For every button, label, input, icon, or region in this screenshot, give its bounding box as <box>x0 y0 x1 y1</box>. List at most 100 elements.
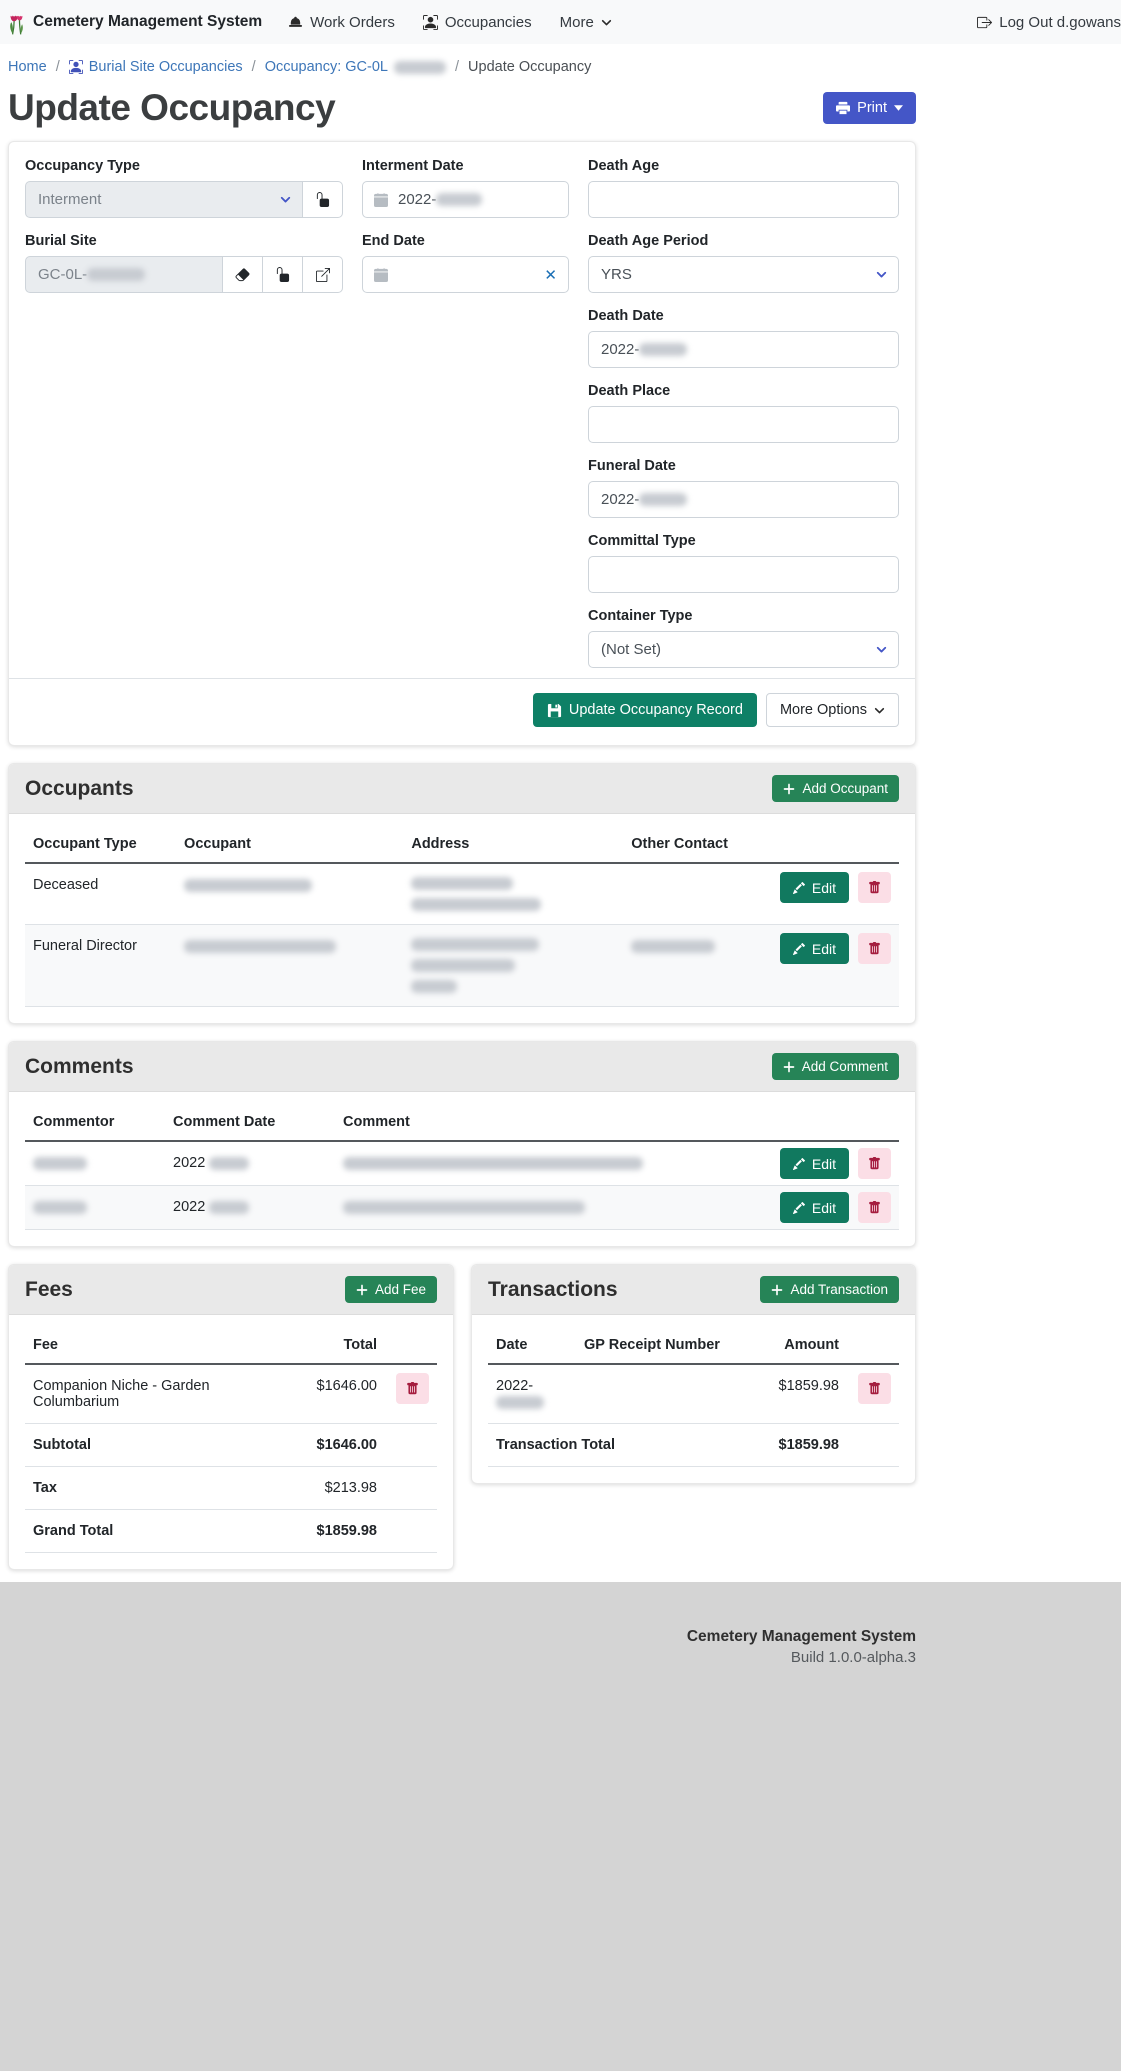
delete-fee-button[interactable] <box>396 1373 429 1404</box>
edit-occupant-button[interactable]: Edit <box>780 933 849 964</box>
table-row: Transaction Total $1859.98 <box>488 1424 899 1467</box>
grand-total-value: $1859.98 <box>293 1510 385 1553</box>
nav-logout[interactable]: Log Out d.gowans <box>977 14 1121 31</box>
death-age-input[interactable] <box>588 181 899 218</box>
transaction-total-value: $1859.98 <box>737 1424 847 1467</box>
delete-occupant-button[interactable] <box>858 933 891 964</box>
add-transaction-button[interactable]: Add Transaction <box>760 1276 899 1303</box>
tax-value: $213.98 <box>293 1467 385 1510</box>
edit-occupant-button[interactable]: Edit <box>780 872 849 903</box>
delete-occupant-button[interactable] <box>858 872 891 903</box>
nav-occupancies[interactable]: Occupancies <box>423 14 532 31</box>
chevron-down-icon <box>876 644 887 655</box>
trash-icon <box>868 1382 881 1395</box>
end-date-clear-icon[interactable]: ✕ <box>544 266 557 284</box>
comment-date-cell: 2022 <box>165 1141 335 1186</box>
breadcrumb-separator: / <box>56 59 60 75</box>
delete-transaction-button[interactable] <box>858 1373 891 1404</box>
column-header: Address <box>403 826 623 863</box>
death-date-input[interactable]: 2022- <box>588 331 899 368</box>
table-row: Companion Niche - Garden Columbarium $16… <box>25 1364 437 1424</box>
add-comment-button[interactable]: Add Comment <box>772 1053 899 1080</box>
other-contact-cell <box>623 863 772 925</box>
burial-site-value: GC-0L- <box>38 266 87 283</box>
redacted-text <box>631 940 715 953</box>
burial-site-clear-button[interactable] <box>222 256 263 293</box>
edit-comment-button[interactable]: Edit <box>780 1192 849 1223</box>
add-fee-label: Add Fee <box>375 1282 426 1297</box>
occupancy-type-label: Occupancy Type <box>25 158 343 174</box>
person-bounding-box-icon <box>69 60 83 74</box>
breadcrumb: Home / Burial Site Occupancies / Occupan… <box>8 44 916 79</box>
footer-build-version: Build 1.0.0-alpha.3 <box>8 1649 916 1666</box>
breadcrumb-burial-site-occupancies[interactable]: Burial Site Occupancies <box>69 59 243 75</box>
breadcrumb-home[interactable]: Home <box>8 59 47 75</box>
redacted-text <box>33 1201 87 1214</box>
table-row: 2022 Edit <box>25 1186 899 1230</box>
tax-label: Tax <box>25 1467 293 1510</box>
funeral-date-label: Funeral Date <box>588 458 899 474</box>
occupancy-form-card: Occupancy Type Interment <box>8 141 916 746</box>
funeral-date-input[interactable]: 2022- <box>588 481 899 518</box>
add-fee-button[interactable]: Add Fee <box>345 1276 437 1303</box>
add-occupant-label: Add Occupant <box>802 781 888 796</box>
gp-receipt-cell <box>576 1364 737 1424</box>
nav-logout-label: Log Out d.gowans <box>999 14 1121 31</box>
comment-date-cell: 2022 <box>165 1186 335 1230</box>
plus-icon <box>771 1284 783 1296</box>
nav-more-label: More <box>560 14 594 31</box>
pencil-icon <box>793 1158 805 1170</box>
redacted-text <box>411 898 541 911</box>
print-button[interactable]: Print <box>823 92 916 124</box>
nav-work-orders[interactable]: Work Orders <box>288 14 395 31</box>
death-date-label: Death Date <box>588 308 899 324</box>
add-comment-label: Add Comment <box>802 1059 888 1074</box>
burial-site-open-button[interactable] <box>302 256 343 293</box>
nav-more[interactable]: More <box>560 14 612 31</box>
edit-occupant-label: Edit <box>812 941 836 957</box>
container-type-select[interactable]: (Not Set) <box>588 631 899 668</box>
plus-icon <box>783 1061 795 1073</box>
eraser-icon <box>235 267 250 282</box>
delete-comment-button[interactable] <box>858 1192 891 1223</box>
update-occupancy-record-button[interactable]: Update Occupancy Record <box>533 693 757 727</box>
delete-comment-button[interactable] <box>858 1148 891 1179</box>
transactions-title: Transactions <box>488 1278 618 1302</box>
add-occupant-button[interactable]: Add Occupant <box>772 775 899 802</box>
caret-down-icon <box>894 105 903 111</box>
burial-site-input[interactable]: GC-0L- <box>25 256 223 293</box>
edit-comment-button[interactable]: Edit <box>780 1148 849 1179</box>
comments-title: Comments <box>25 1055 134 1079</box>
save-icon <box>547 703 562 718</box>
unlock-icon <box>315 192 330 207</box>
committal-type-input[interactable] <box>588 556 899 593</box>
death-place-input[interactable] <box>588 406 899 443</box>
app-brand[interactable]: Cemetery Management System <box>8 10 262 35</box>
column-header: GP Receipt Number <box>576 1327 737 1364</box>
occupancy-type-select[interactable]: Interment <box>25 181 303 218</box>
death-age-period-select[interactable]: YRS <box>588 256 899 293</box>
redacted-text <box>343 1157 643 1170</box>
redacted-text <box>411 938 539 951</box>
column-header: Occupant <box>176 826 403 863</box>
trash-icon <box>868 1157 881 1170</box>
funeral-date-value: 2022- <box>601 491 639 508</box>
edit-occupant-label: Edit <box>812 880 836 896</box>
end-date-input[interactable]: ✕ <box>362 256 569 293</box>
breadcrumb-occupancy[interactable]: Occupancy: GC-0L <box>265 59 446 75</box>
tulips-logo-icon <box>8 10 25 35</box>
burial-site-unlock-button[interactable] <box>262 256 303 293</box>
comments-card: Comments Add Comment Commentor Comment D… <box>8 1041 916 1247</box>
more-options-button[interactable]: More Options <box>766 693 899 727</box>
interment-date-value: 2022- <box>398 191 436 208</box>
redacted-text <box>343 1201 585 1214</box>
occupancy-type-unlock-button[interactable] <box>302 181 343 218</box>
unlock-icon <box>275 267 290 282</box>
column-header: Date <box>488 1327 576 1364</box>
table-row: Funeral Director Edit <box>25 925 899 1007</box>
column-header: Other Contact <box>623 826 772 863</box>
table-row: Subtotal $1646.00 <box>25 1424 437 1467</box>
redacted-text <box>209 1201 249 1214</box>
interment-date-input[interactable]: 2022- <box>362 181 569 218</box>
address-cell <box>403 925 623 1007</box>
